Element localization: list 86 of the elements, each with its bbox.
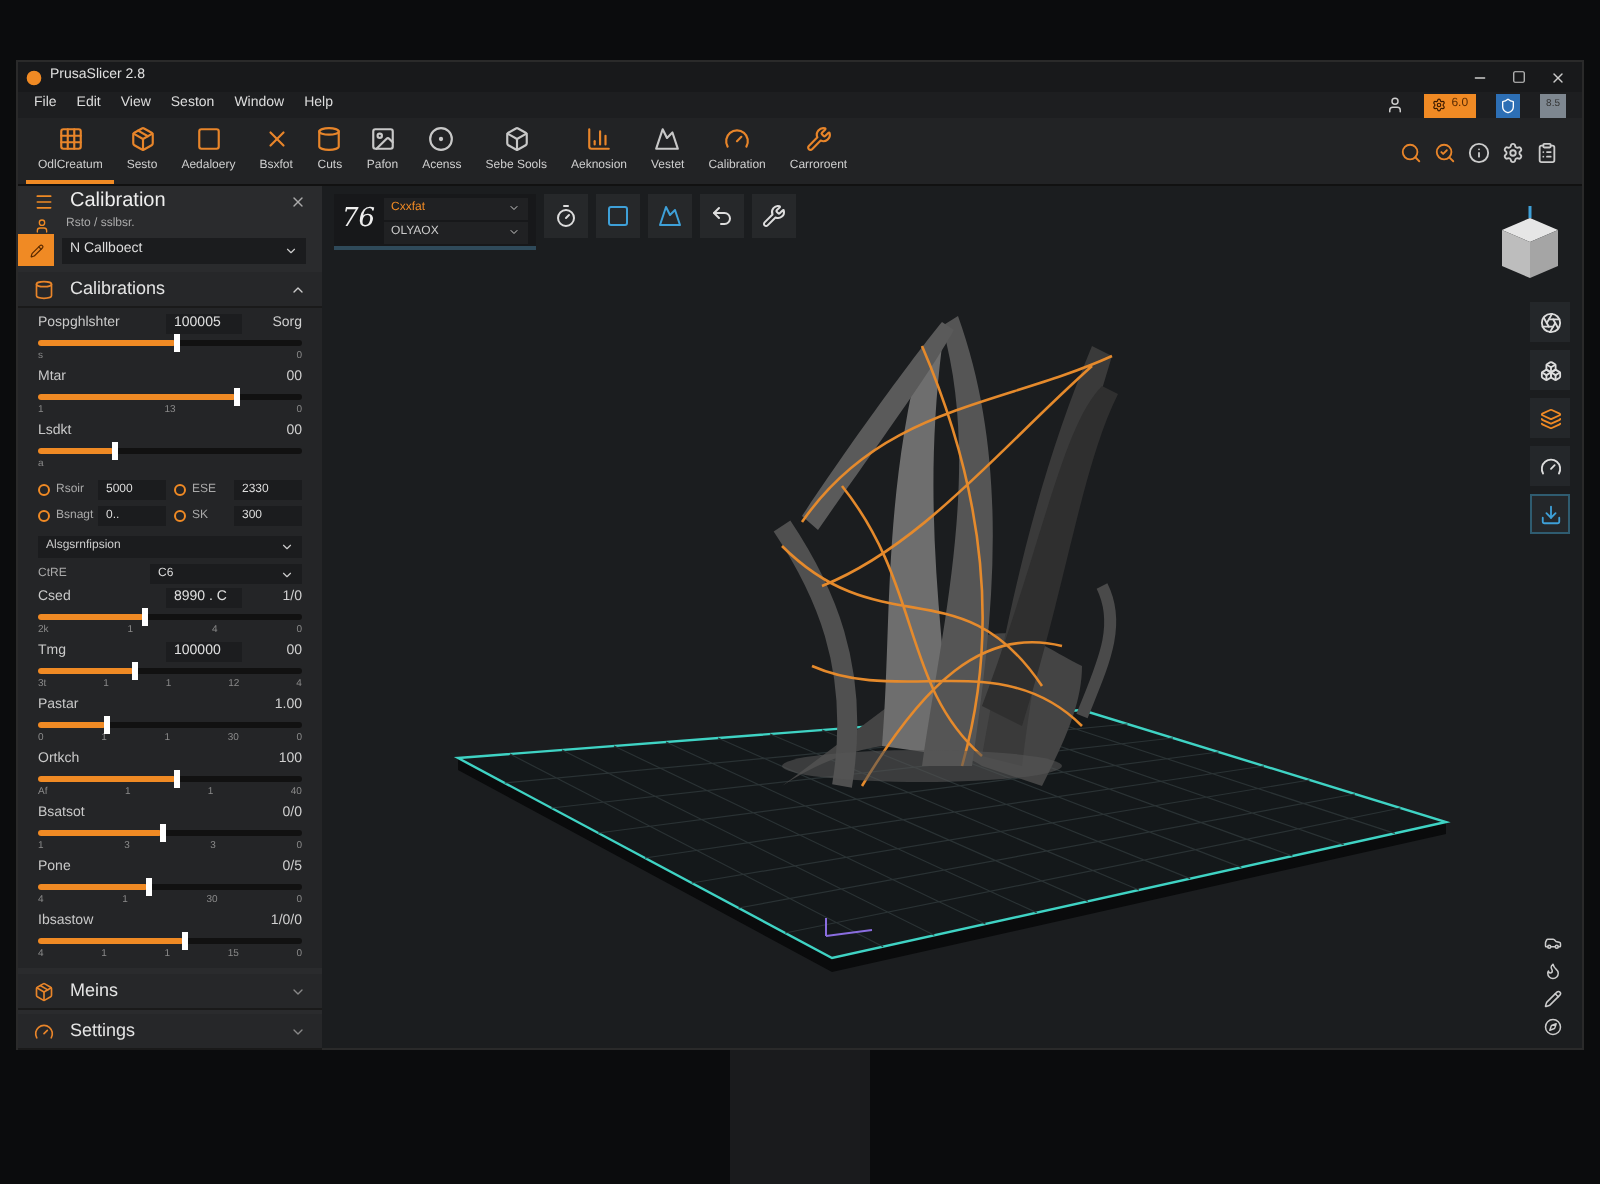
app-logo-icon [26, 69, 42, 85]
search-icon[interactable] [1400, 141, 1422, 163]
toolbar-icon [805, 126, 832, 152]
view-tool-button[interactable] [699, 194, 744, 238]
section-icon [34, 981, 54, 1001]
radio-button[interactable] [174, 510, 186, 522]
view-tool-button[interactable] [751, 194, 796, 238]
view-option-icon[interactable] [1544, 990, 1562, 1008]
slider-track[interactable] [38, 394, 302, 400]
view-tool-button[interactable] [647, 194, 692, 238]
toolbar-icon [503, 126, 530, 152]
side-tool-button[interactable] [1530, 302, 1570, 342]
section-header[interactable]: Calibrations [18, 272, 322, 308]
toolbar-icon [57, 126, 84, 152]
view-option-icon[interactable] [1544, 1018, 1562, 1036]
toolbar-icon [263, 126, 290, 152]
user-icon[interactable] [1385, 96, 1404, 114]
toolbar-icon [428, 126, 455, 152]
chevron-icon [284, 243, 298, 257]
slider-thumb[interactable] [131, 662, 138, 680]
toolbar-icon [724, 126, 751, 152]
slider-thumb[interactable] [146, 878, 153, 896]
tool-icon [657, 204, 682, 228]
slider-track[interactable] [38, 776, 302, 782]
slider-track[interactable] [38, 938, 302, 944]
figure-icon [34, 217, 50, 233]
tool-icon [761, 204, 786, 228]
section-header[interactable]: Settings [18, 1014, 322, 1050]
section-icon [34, 279, 54, 299]
slider-thumb[interactable] [141, 608, 148, 626]
side-tool-button[interactable] [1530, 350, 1570, 390]
shield-icon [1500, 97, 1517, 113]
settings-icon[interactable] [1502, 141, 1524, 163]
slider-track[interactable] [38, 614, 302, 620]
radio-button[interactable] [38, 510, 50, 522]
side-tool-icon [1539, 359, 1561, 381]
axis-gizmo-icon [825, 917, 873, 937]
shield-badge[interactable] [1496, 93, 1521, 117]
radio-button[interactable] [174, 484, 186, 496]
slider-thumb[interactable] [234, 388, 240, 406]
side-tool-button[interactable] [1530, 398, 1570, 438]
panel-title: Calibration [70, 188, 166, 216]
view-option-icon[interactable] [1544, 962, 1562, 980]
view-tool-button[interactable] [595, 194, 640, 238]
toolbar-icon [586, 126, 612, 152]
slider-track[interactable] [38, 340, 302, 346]
toolbar-icon [195, 126, 222, 152]
side-tool-icon [1539, 503, 1561, 525]
slider-thumb[interactable] [173, 334, 180, 352]
slider-track[interactable] [38, 668, 302, 674]
layer-number: 76 [342, 202, 376, 239]
tool-icon [605, 204, 630, 228]
radio-button[interactable] [38, 484, 50, 496]
slider-thumb[interactable] [104, 716, 111, 734]
slider-track[interactable] [38, 884, 302, 890]
gear-icon [1431, 98, 1446, 112]
view-option-icon[interactable] [1544, 934, 1562, 952]
slider-track[interactable] [38, 830, 302, 836]
toolbar-icon [316, 126, 343, 152]
tool-icon [709, 204, 734, 228]
search-check-icon[interactable] [1434, 141, 1456, 163]
side-tool-icon [1539, 407, 1561, 429]
slider-thumb[interactable] [173, 770, 180, 788]
clipboard-icon[interactable] [1536, 141, 1558, 163]
side-tool-icon [1539, 311, 1561, 333]
tool-icon [553, 204, 578, 228]
edit-button[interactable] [18, 234, 54, 266]
info-icon[interactable] [1468, 141, 1490, 163]
toolbar-icon [654, 126, 681, 152]
menu-icon[interactable] [34, 191, 54, 211]
section-icon [34, 1021, 54, 1041]
slider-track[interactable] [38, 448, 302, 454]
pencil-icon [29, 243, 43, 257]
slider-thumb[interactable] [112, 442, 119, 460]
maximize-button[interactable] [1512, 70, 1526, 84]
view-tool-button[interactable] [543, 194, 588, 238]
slider-thumb[interactable] [181, 932, 188, 950]
side-tool-button[interactable] [1530, 446, 1570, 486]
side-tool-icon [1539, 455, 1561, 477]
toolbar-icon [369, 126, 396, 152]
side-tool-button[interactable] [1530, 494, 1570, 534]
close-icon[interactable] [290, 193, 306, 209]
close-button[interactable] [1550, 69, 1566, 85]
section-header[interactable]: Meins [18, 974, 322, 1010]
toolbar-icon [129, 126, 156, 152]
slider-thumb[interactable] [160, 824, 167, 842]
